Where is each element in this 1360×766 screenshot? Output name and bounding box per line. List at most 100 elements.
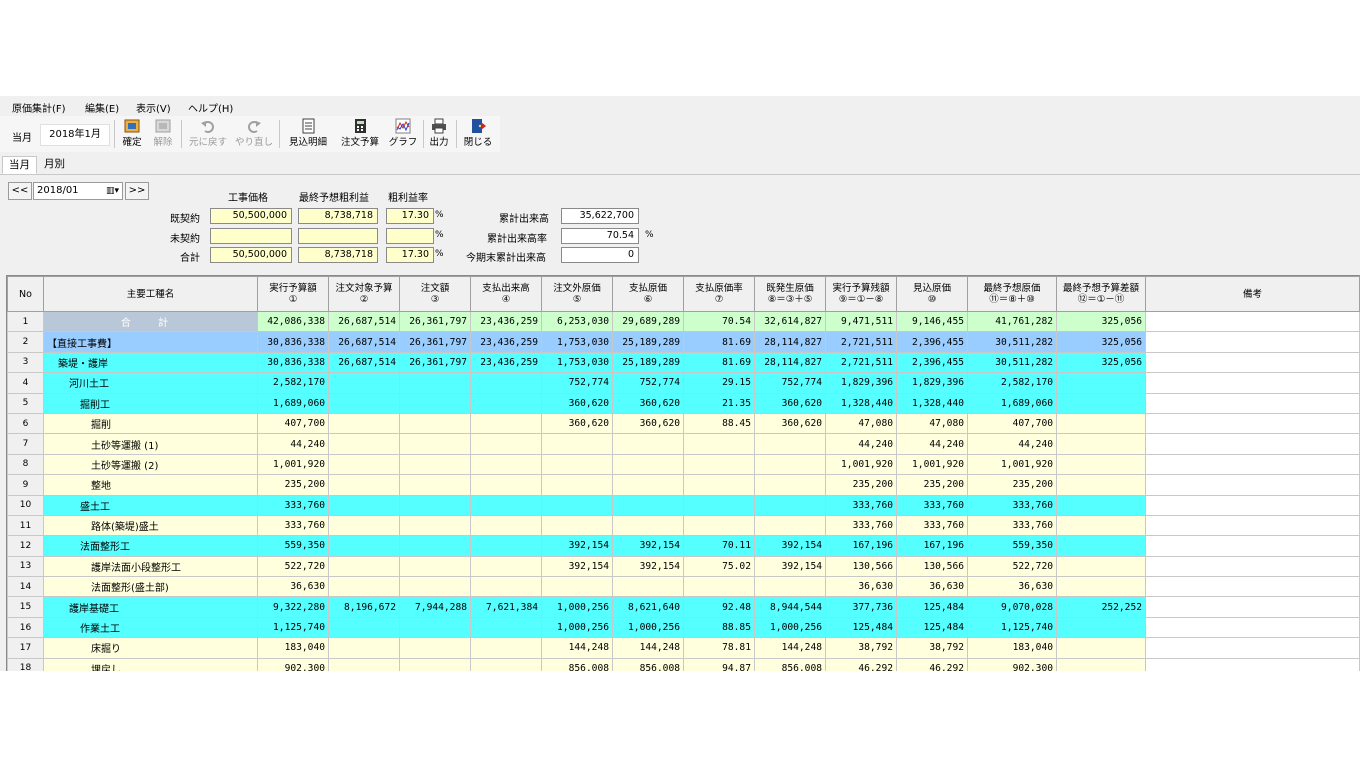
value-cell: 23,436,259 <box>470 310 542 333</box>
release-button[interactable]: 解除 <box>150 118 176 150</box>
row-number: 10 <box>7 494 44 516</box>
value-cell: 144,248 <box>754 637 826 659</box>
remarks-cell[interactable] <box>1145 555 1360 578</box>
remarks-cell[interactable] <box>1145 494 1360 516</box>
remarks-cell[interactable] <box>1145 657 1360 671</box>
value-cell: 392,154 <box>754 535 826 557</box>
table-row[interactable]: 9 整地 235,200 235,200 235,200 235,200 <box>7 474 1360 496</box>
row-number: 15 <box>7 596 44 618</box>
value-cell: 325,056 <box>1056 331 1146 353</box>
next-month-button[interactable]: >> <box>125 182 149 200</box>
remarks-cell[interactable] <box>1145 576 1360 598</box>
table-row[interactable]: 8 土砂等運搬 (2) 1,001,920 1,001,920 1,001,920 1,0… <box>7 453 1360 476</box>
confirm-button[interactable]: 確定 <box>119 118 145 150</box>
date-picker[interactable]: 2018/01 ▥▾ <box>33 182 123 200</box>
column-header-label: No <box>19 288 32 300</box>
remarks-cell[interactable] <box>1145 616 1360 639</box>
row-number: 13 <box>7 555 44 578</box>
value-cell <box>470 576 542 598</box>
value-cell <box>328 637 400 659</box>
column-header-label: 見込原価 <box>912 283 951 294</box>
value-cell: 856,008 <box>612 657 684 671</box>
table-row[interactable]: 15 護岸基礎工 9,322,280 8,196,672 7,944,288 7,621,… <box>7 596 1360 618</box>
table-row[interactable]: 11 路体(築堤)盛土 333,760 333,760 333,760 333,760 <box>7 514 1360 537</box>
cost-table: No 主要工種名 実行予算額 ① 注文対象予算 ② 注文額 ③ 支払出来高 ④ 注文外原価 ⑤ 支払原価… <box>7 276 1360 671</box>
table-row[interactable]: 4 河川土工 2,582,170 752,774 752,774 29.15 752,774… <box>7 372 1360 394</box>
cost-grid[interactable]: No 主要工種名 実行予算額 ① 注文対象予算 ② 注文額 ③ 支払出来高 ④ 注文外原価 ⑤ 支払原価… <box>6 275 1360 671</box>
table-row[interactable]: 17 床掘り 183,040 144,248 144,248 78.81 144,248 38… <box>7 637 1360 659</box>
calendar-dropdown-icon[interactable]: ▥▾ <box>106 183 119 199</box>
table-row[interactable]: 18 埋戻し 902,300 856,008 856,008 94.87 856,008 46… <box>7 657 1360 671</box>
tab-current-month[interactable]: 当月 <box>2 156 37 174</box>
app-window: 原価集計(F) 編集(E) 表示(V) ヘルプ(H) 当月 2018年1月 確定… <box>0 96 1360 671</box>
table-row[interactable]: 12 法面整形工 559,350 392,154 392,154 70.11 392,154… <box>7 535 1360 557</box>
value-cell <box>470 433 542 455</box>
remarks-cell[interactable] <box>1145 535 1360 557</box>
value-cell: 36,630 <box>257 576 329 598</box>
value-cell: 125,484 <box>896 616 968 639</box>
table-row[interactable]: 13 護岸法面小段整形工 522,720 392,154 392,154 75.02 392… <box>7 555 1360 578</box>
forecast-detail-button[interactable]: 見込明細 <box>284 118 332 150</box>
menu-help[interactable]: ヘルプ(H) <box>188 100 233 115</box>
work-type-name: 床掘り <box>43 637 258 659</box>
close-button[interactable]: 閉じる <box>461 118 495 150</box>
undo-label: 元に戻す <box>188 137 227 148</box>
toolbar: 当月 2018年1月 確定 解除 元に戻す やり直し 見込明細 注文予算 グラフ… <box>0 116 500 152</box>
value-cell <box>470 474 542 496</box>
table-row[interactable]: 16 作業土工 1,125,740 1,000,256 1,000,256 88.85 1,… <box>7 616 1360 639</box>
value-cell: 46,292 <box>896 657 968 671</box>
remarks-cell[interactable] <box>1145 351 1360 374</box>
table-row[interactable]: 2 【直接工事費】 30,836,338 26,687,514 26,361,797 23… <box>7 331 1360 353</box>
remarks-cell[interactable] <box>1145 433 1360 455</box>
menu-view[interactable]: 表示(V) <box>136 100 171 115</box>
table-row[interactable]: 1合 計 42,086,338 26,687,514 26,361,797 23,436… <box>7 310 1360 333</box>
graph-button[interactable]: グラフ <box>388 118 418 150</box>
remarks-cell[interactable] <box>1145 392 1360 414</box>
value-cell <box>470 412 542 435</box>
remarks-cell[interactable] <box>1145 474 1360 496</box>
value-cell: 36,630 <box>896 576 968 598</box>
table-row[interactable]: 5 掘削工 1,689,060 360,620 360,620 21.35 360,620 1… <box>7 392 1360 414</box>
value-cell: 235,200 <box>257 474 329 496</box>
work-type-name: 掘削 <box>43 412 258 435</box>
remarks-cell[interactable] <box>1145 596 1360 618</box>
order-budget-button[interactable]: 注文予算 <box>337 118 383 150</box>
table-row[interactable]: 3 築堤・護岸 30,836,338 26,687,514 26,361,797 23,4… <box>7 351 1360 374</box>
value-cell: 407,700 <box>257 412 329 435</box>
value-cell <box>470 453 542 476</box>
period-end-output-field: 0 <box>561 247 639 263</box>
value-cell: 1,328,440 <box>896 392 968 414</box>
value-cell: 38,792 <box>896 637 968 659</box>
table-row[interactable]: 10 盛土工 333,760 333,760 333,760 333,760 <box>7 494 1360 516</box>
remarks-cell[interactable] <box>1145 514 1360 537</box>
value-cell <box>328 433 400 455</box>
column-header-formula: ⑩ <box>927 294 937 305</box>
remarks-cell[interactable] <box>1145 453 1360 476</box>
menu-cost-summary[interactable]: 原価集計(F) <box>12 100 66 115</box>
remarks-cell[interactable] <box>1145 412 1360 435</box>
remarks-cell[interactable] <box>1145 331 1360 353</box>
value-cell <box>683 474 755 496</box>
table-row[interactable]: 7 土砂等運搬 (1) 44,240 44,240 44,240 44,240 <box>7 433 1360 455</box>
tab-monthly[interactable]: 月別 <box>38 156 71 172</box>
value-cell: 333,760 <box>257 514 329 537</box>
column-header-formula: ③ <box>430 294 440 305</box>
menu-edit[interactable]: 編集(E) <box>85 100 119 115</box>
output-button[interactable]: 出力 <box>426 118 452 150</box>
undo-button[interactable]: 元に戻す <box>186 118 230 150</box>
table-row[interactable]: 6 掘削 407,700 360,620 360,620 88.45 360,620 47,0… <box>7 412 1360 435</box>
redo-button[interactable]: やり直し <box>234 118 274 150</box>
value-cell <box>1056 576 1146 598</box>
current-month-value: 2018年1月 <box>40 124 110 146</box>
value-cell <box>328 412 400 435</box>
remarks-cell[interactable] <box>1145 372 1360 394</box>
value-cell: 144,248 <box>612 637 684 659</box>
remarks-cell[interactable] <box>1145 637 1360 659</box>
table-row[interactable]: 14 法面整形(盛土部) 36,630 36,630 36,630 36,630 <box>7 576 1360 598</box>
row-number: 5 <box>7 392 44 414</box>
remarks-cell[interactable] <box>1145 310 1360 333</box>
value-cell <box>470 535 542 557</box>
redo-icon <box>248 121 261 133</box>
prev-month-button[interactable]: << <box>8 182 32 200</box>
value-cell <box>328 657 400 671</box>
